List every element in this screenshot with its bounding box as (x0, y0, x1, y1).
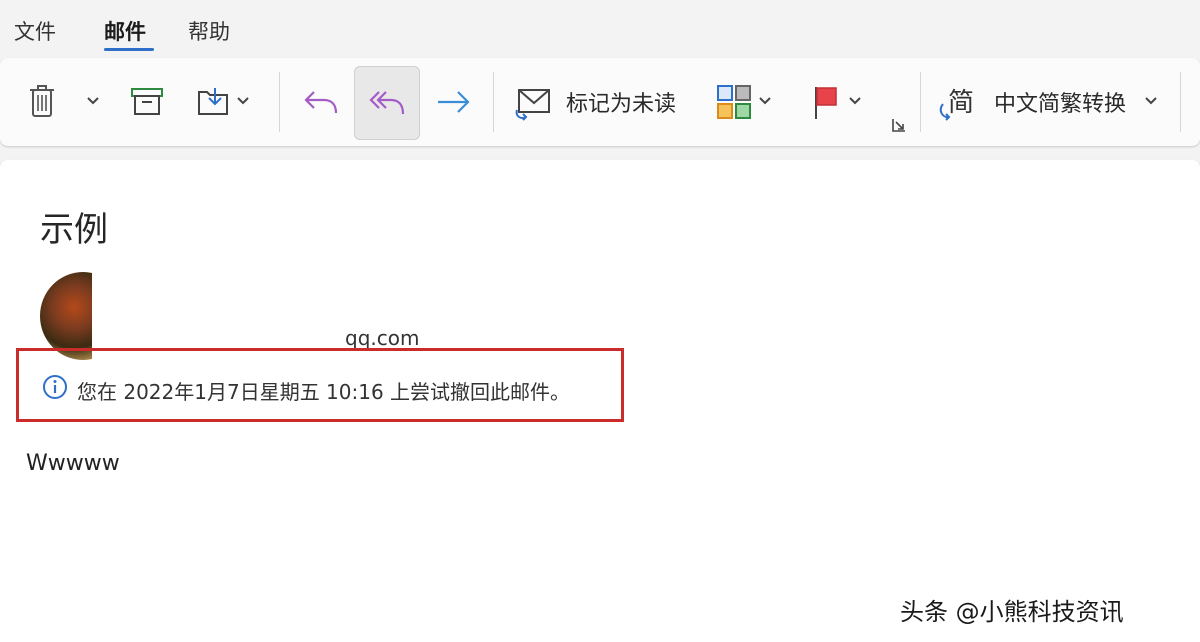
categorize-icon (717, 85, 751, 119)
convert-button[interactable]: 简 (938, 78, 982, 126)
archive-icon (131, 88, 163, 115)
chevron-down-icon[interactable] (86, 96, 100, 106)
mark-unread-button[interactable] (512, 82, 554, 124)
forward-icon (438, 91, 470, 113)
mark-unread-label[interactable]: 标记为未读 (566, 86, 676, 118)
menu-bar: 文件 邮件 帮助 (0, 0, 1200, 56)
archive-button[interactable] (126, 80, 168, 122)
chevron-down-icon[interactable] (848, 96, 862, 106)
reply-all-button[interactable] (354, 66, 420, 140)
message-subject: 示例 (40, 210, 108, 250)
reading-pane: 示例 qq.com 您在 2022年1月7日星期五 10:16 上尝试撤回此邮件… (0, 160, 1200, 642)
ribbon-toolbar: 标记为未读 简 中文简繁转换 (0, 58, 1200, 146)
separator (920, 72, 921, 132)
chevron-down-icon[interactable] (1144, 96, 1158, 106)
separator (279, 72, 280, 132)
reply-all-icon (369, 91, 405, 115)
refresh-arrow-icon (939, 103, 951, 121)
mail-icon (515, 89, 550, 121)
chevron-down-icon[interactable] (236, 96, 250, 106)
active-tab-indicator (104, 48, 154, 51)
info-icon (43, 375, 67, 399)
chevron-down-icon[interactable] (758, 96, 772, 106)
menu-mail[interactable]: 邮件 (104, 16, 146, 46)
delete-button[interactable] (22, 78, 62, 124)
separator (493, 72, 494, 132)
move-button[interactable] (192, 80, 234, 122)
recall-notice: 您在 2022年1月7日星期五 10:16 上尝试撤回此邮件。 (77, 380, 571, 404)
move-icon (198, 88, 228, 115)
watermark: 头条 @小熊科技资讯 (900, 598, 1124, 626)
categorize-button[interactable] (712, 80, 756, 124)
sender-email[interactable]: qq.com (345, 326, 419, 350)
reply-icon (304, 91, 338, 114)
message-body: Wwwww (26, 451, 120, 476)
forward-button[interactable] (430, 80, 476, 124)
separator (1180, 72, 1181, 132)
reply-button[interactable] (298, 80, 344, 124)
menu-file[interactable]: 文件 (14, 16, 56, 46)
menu-help[interactable]: 帮助 (188, 16, 230, 46)
flag-icon (815, 87, 837, 119)
expand-icon[interactable] (890, 116, 908, 134)
trash-icon (30, 85, 54, 117)
flag-button[interactable] (806, 80, 846, 124)
convert-label[interactable]: 中文简繁转换 (994, 86, 1126, 118)
